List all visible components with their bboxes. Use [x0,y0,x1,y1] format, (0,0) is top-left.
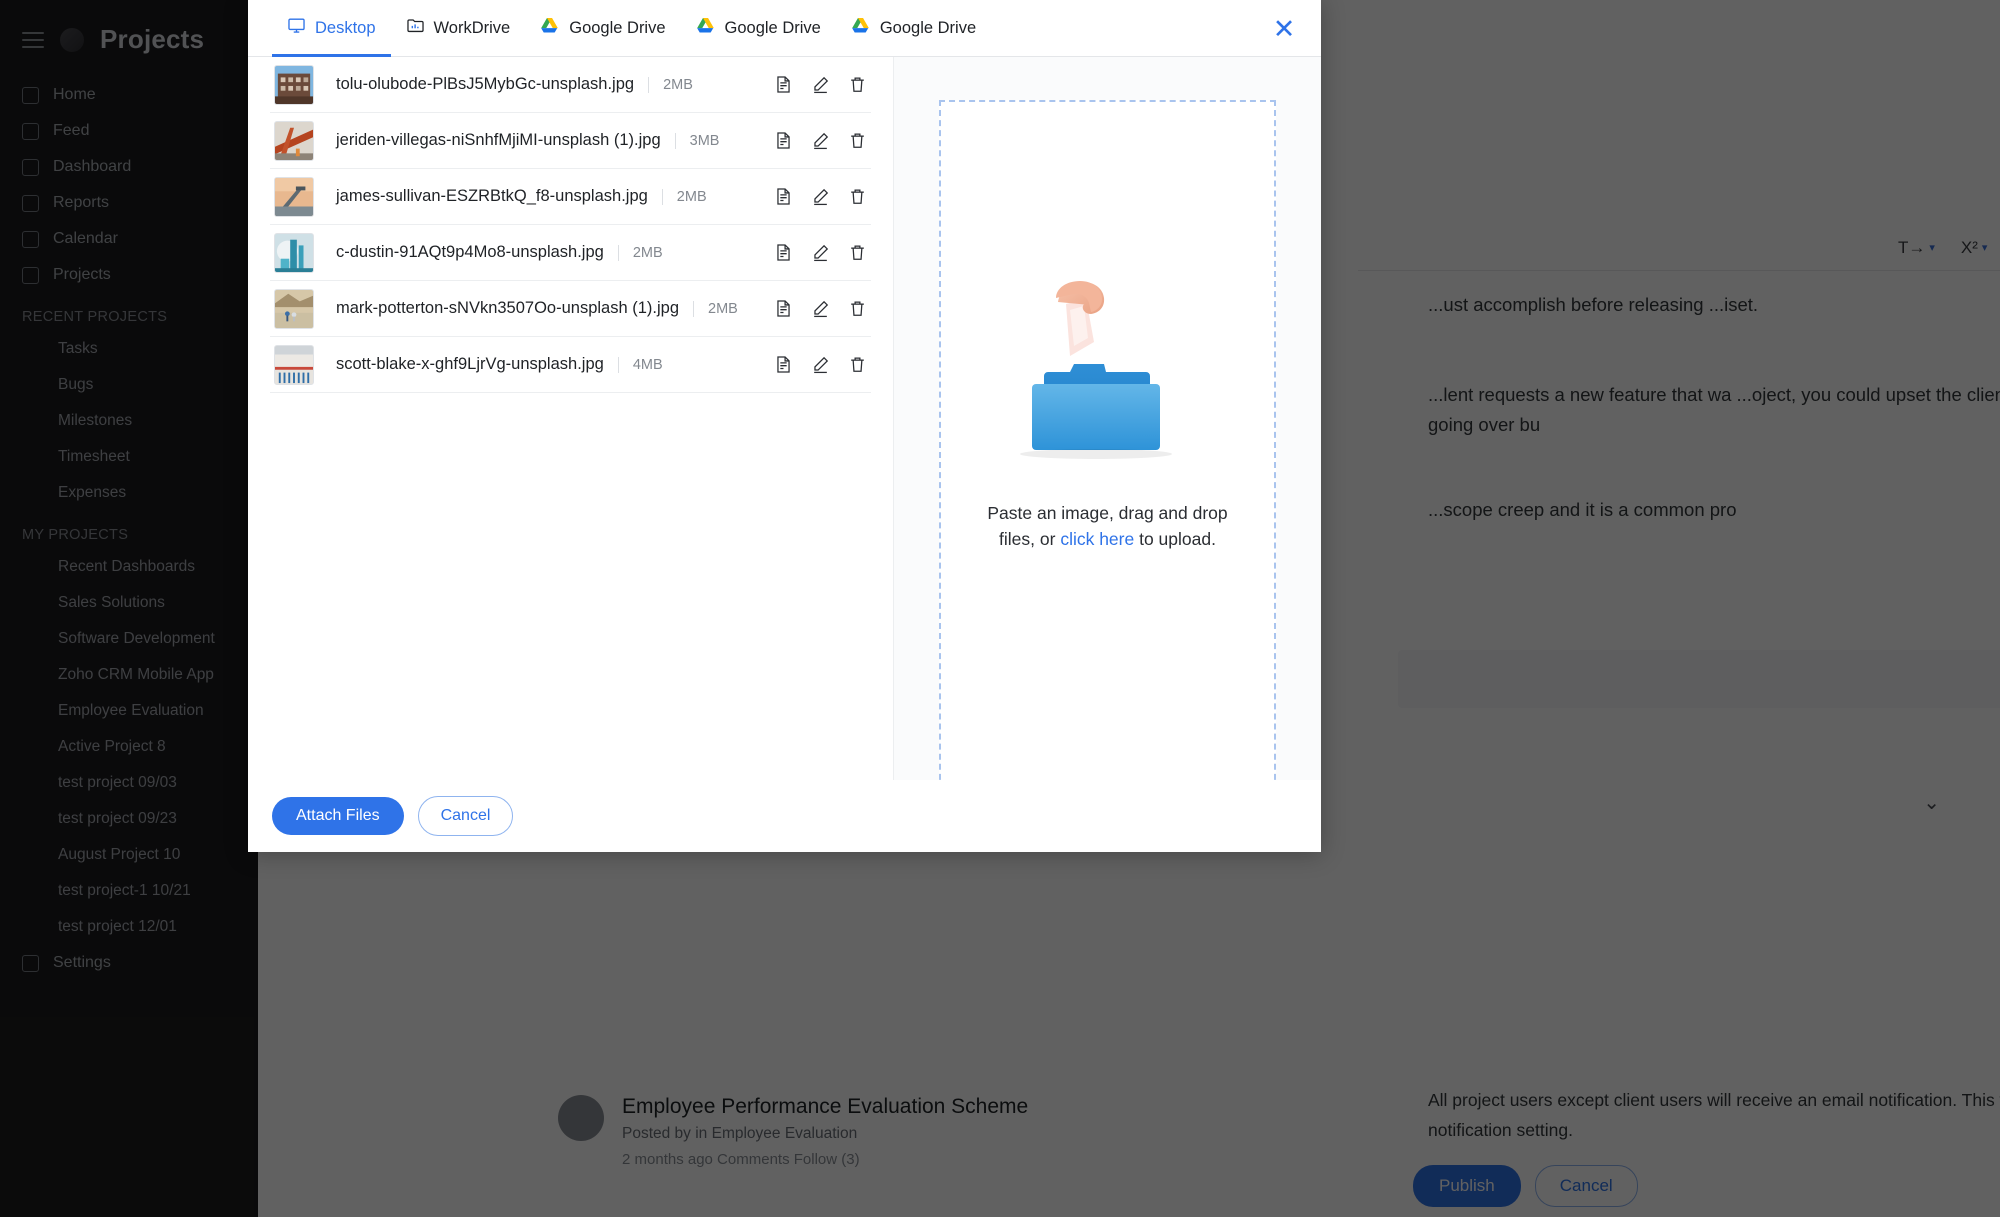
tab-label: Google Drive [879,18,977,37]
file-size: 3MB [674,132,719,149]
file-size: 4MB [617,356,663,373]
tab-google-drive-1[interactable]: Google Drive [525,0,680,56]
file-name: mark-potterton-sNVkn3507Oo-unsplash (1).… [336,299,679,317]
trash-delete-icon[interactable] [848,131,867,150]
hand-dropping-file-into-folder-icon [1008,280,1208,470]
file-size: 2MB [617,244,663,261]
tab-desktop[interactable]: Desktop [272,0,391,57]
tab-workdrive[interactable]: WorkDrive [391,0,526,56]
pencil-edit-icon[interactable] [811,131,830,150]
desktop-icon [287,16,306,40]
source-tabs: Desktop WorkDrive Google Drive Google Dr… [248,0,1321,57]
file-thumbnail [274,232,314,273]
dialog-body: tolu-olubode-PlBsJ5MybGc-unsplash.jpg 2M… [248,57,1321,810]
table-row[interactable]: mark-potterton-sNVkn3507Oo-unsplash (1).… [270,281,871,337]
upload-panel: Paste an image, drag and drop files, or … [893,57,1321,810]
tab-label: Google Drive [569,18,666,37]
close-icon[interactable]: ✕ [1269,14,1299,44]
workdrive-icon [406,16,425,40]
table-row[interactable]: tolu-olubode-PlBsJ5MybGc-unsplash.jpg 2M… [270,57,871,113]
file-dropzone[interactable]: Paste an image, drag and drop files, or … [939,100,1276,810]
description-icon[interactable] [774,131,793,150]
file-size: 2MB [661,188,707,205]
file-thumbnail [274,64,314,105]
table-row[interactable]: scott-blake-x-ghf9LjrVg-unsplash.jpg 4MB [270,337,871,393]
description-icon[interactable] [774,243,793,262]
dropzone-line-2-after: to upload. [1134,529,1216,549]
description-icon[interactable] [774,299,793,318]
file-name: james-sullivan-ESZRBtkQ_f8-unsplash.jpg [336,187,648,205]
table-row[interactable]: jeriden-villegas-niSnhfMjiMI-unsplash (1… [270,113,871,169]
tab-google-drive-2[interactable]: Google Drive [681,0,836,56]
row-actions [774,299,867,318]
row-actions [774,75,867,94]
file-thumbnail [274,344,314,385]
google-drive-icon [540,17,560,40]
file-name: jeriden-villegas-niSnhfMjiMI-unsplash (1… [336,131,661,149]
tab-google-drive-3[interactable]: Google Drive [836,0,991,56]
trash-delete-icon[interactable] [848,355,867,374]
pencil-edit-icon[interactable] [811,355,830,374]
row-actions [774,355,867,374]
dialog-footer: Attach Files Cancel [248,780,1321,852]
row-actions [774,131,867,150]
attached-file-list: tolu-olubode-PlBsJ5MybGc-unsplash.jpg 2M… [248,57,893,393]
file-thumbnail [274,176,314,217]
google-drive-icon [851,17,871,40]
description-icon[interactable] [774,187,793,206]
dropzone-instructions: Paste an image, drag and drop files, or … [968,500,1248,552]
pencil-edit-icon[interactable] [811,75,830,94]
click-here-link[interactable]: click here [1060,529,1134,549]
trash-delete-icon[interactable] [848,75,867,94]
trash-delete-icon[interactable] [848,187,867,206]
file-size: 2MB [693,300,738,317]
dropzone-line-2-before: files, or [999,529,1061,549]
tab-label: Desktop [315,18,376,37]
pencil-edit-icon[interactable] [811,299,830,318]
trash-delete-icon[interactable] [848,243,867,262]
cancel-button[interactable]: Cancel [417,796,514,836]
attach-files-dialog: Desktop WorkDrive Google Drive Google Dr… [248,0,1321,852]
file-name: c-dustin-91AQt9p4Mo8-unsplash.jpg [336,243,604,261]
description-icon[interactable] [774,355,793,374]
table-row[interactable]: c-dustin-91AQt9p4Mo8-unsplash.jpg 2MB [270,225,871,281]
file-thumbnail [274,288,314,329]
file-size: 2MB [648,76,693,93]
attach-files-button[interactable]: Attach Files [272,797,404,835]
tab-label: Google Drive [724,18,821,37]
file-name: scott-blake-x-ghf9LjrVg-unsplash.jpg [336,355,604,373]
google-drive-icon [696,17,716,40]
row-actions [774,243,867,262]
file-thumbnail [274,120,314,161]
trash-delete-icon[interactable] [848,299,867,318]
file-list-panel: tolu-olubode-PlBsJ5MybGc-unsplash.jpg 2M… [248,57,893,780]
row-actions [774,187,867,206]
pencil-edit-icon[interactable] [811,243,830,262]
description-icon[interactable] [774,75,793,94]
table-row[interactable]: james-sullivan-ESZRBtkQ_f8-unsplash.jpg … [270,169,871,225]
dropzone-line-1: Paste an image, drag and drop [987,503,1228,523]
tab-label: WorkDrive [433,18,511,37]
pencil-edit-icon[interactable] [811,187,830,206]
file-name: tolu-olubode-PlBsJ5MybGc-unsplash.jpg [336,75,635,93]
